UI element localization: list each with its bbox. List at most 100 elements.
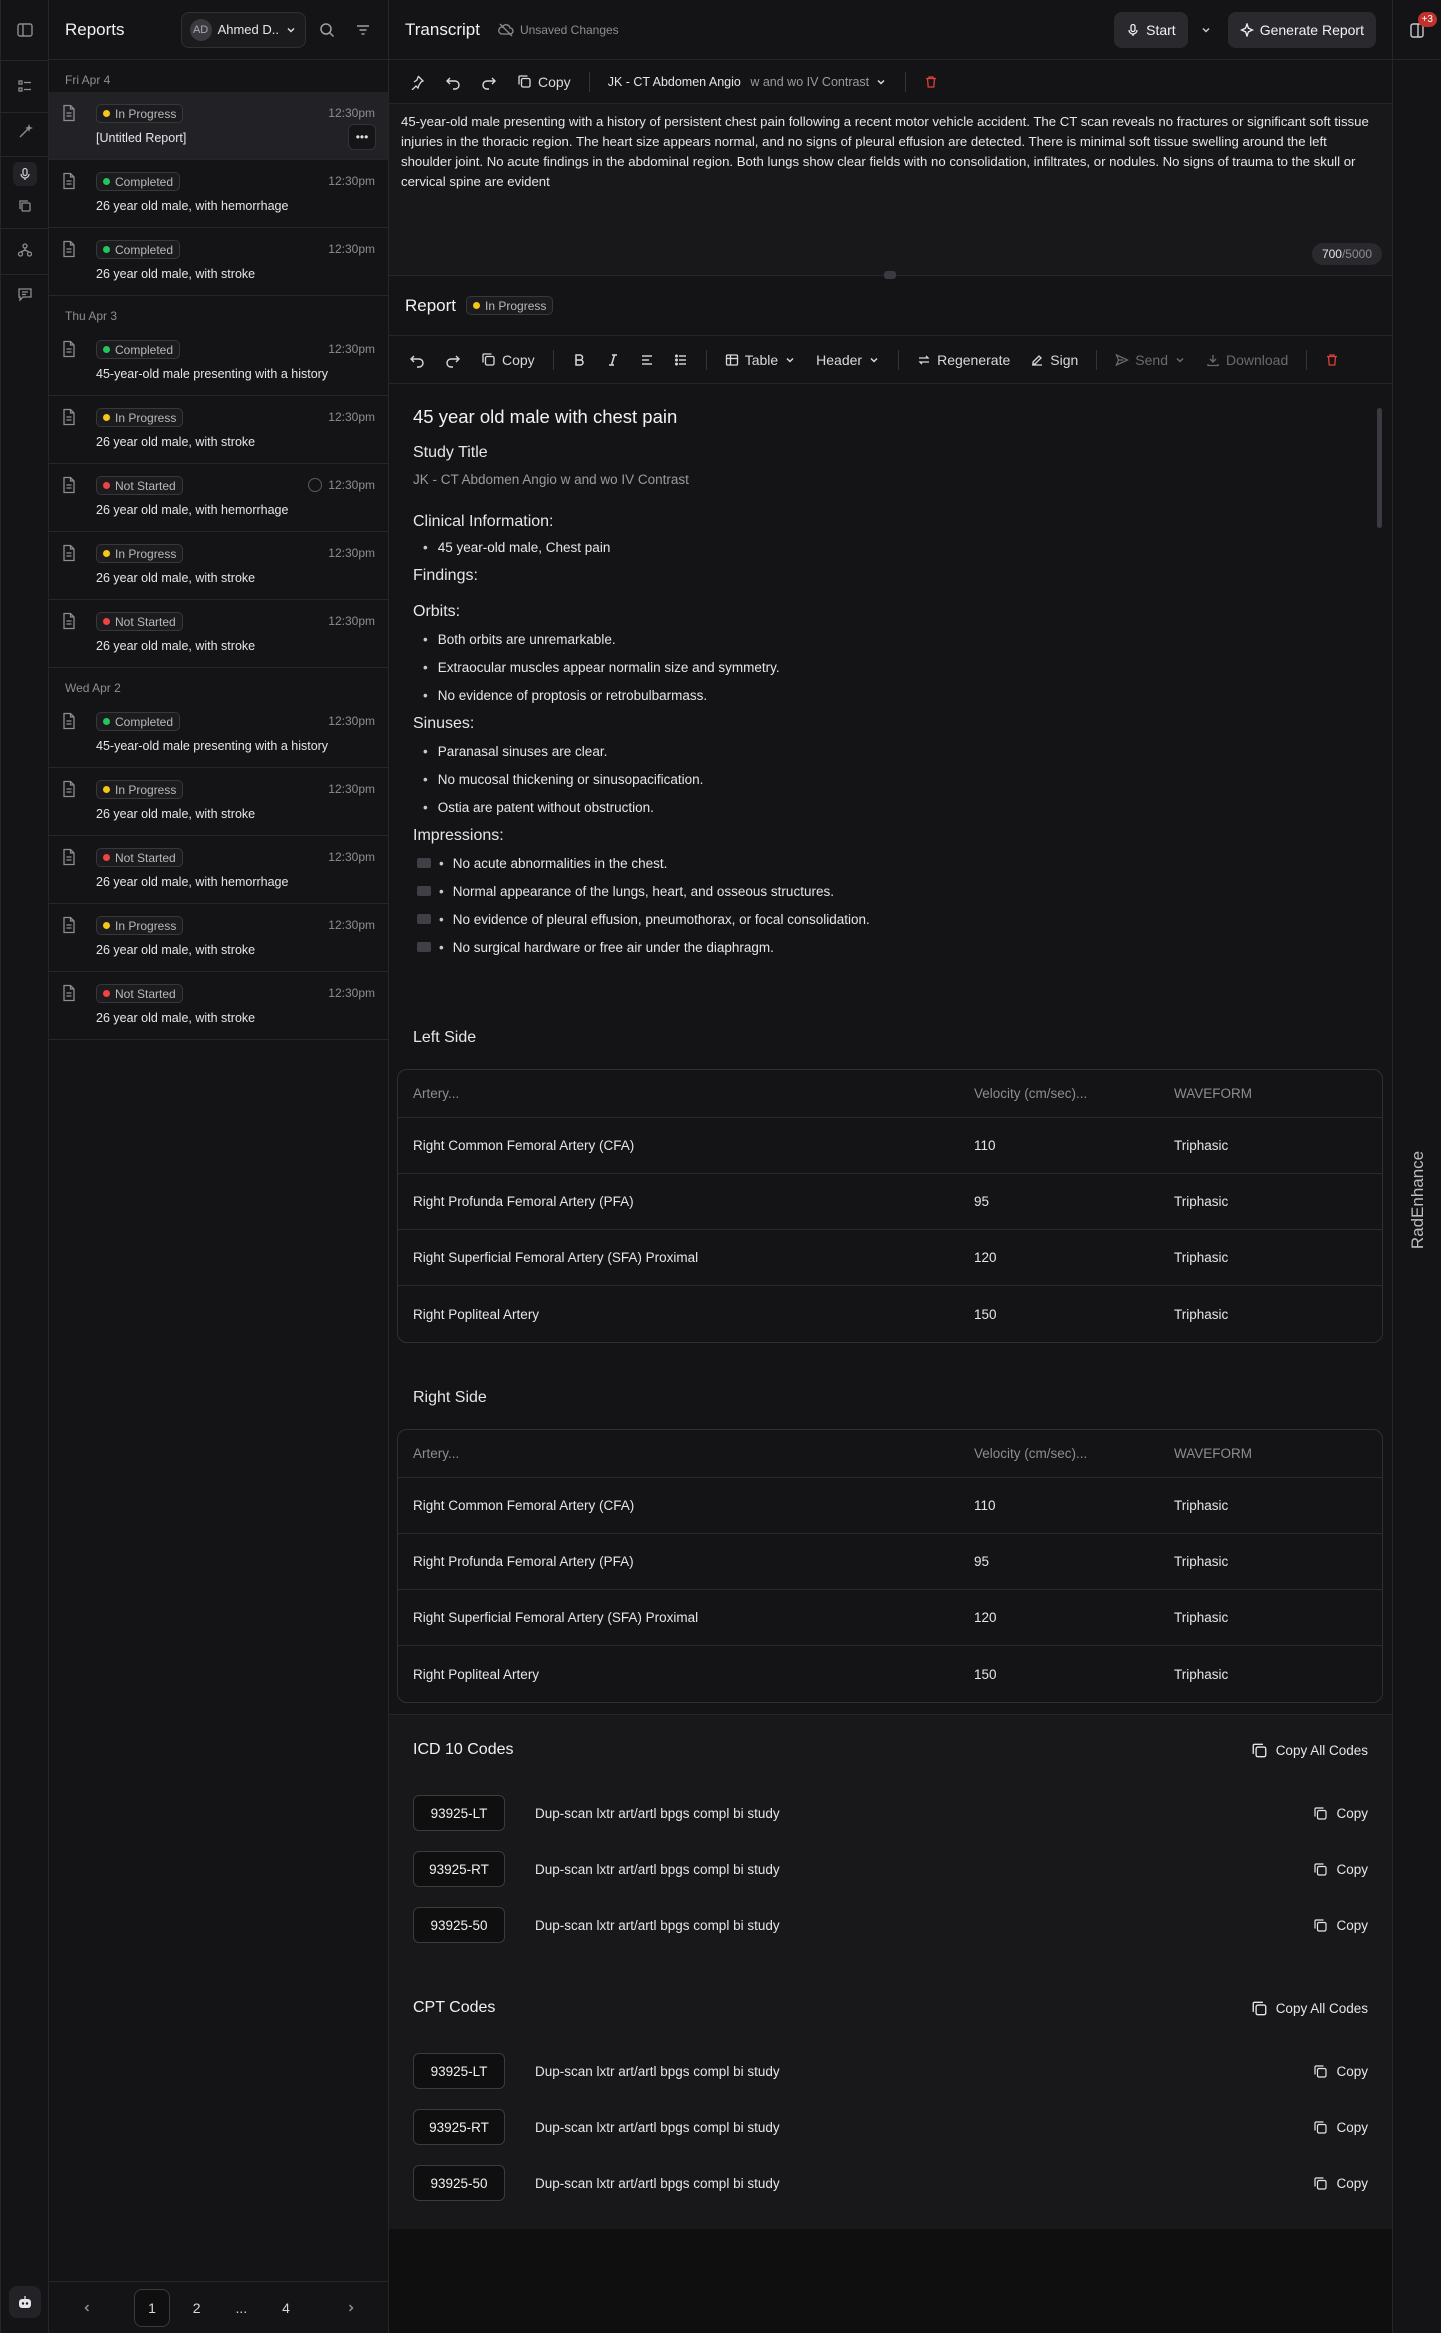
delete-report-button[interactable] [1317,345,1347,375]
radenhance-tab[interactable]: RadEnhance [1407,1140,1429,1260]
start-button[interactable]: Start [1114,11,1188,48]
column-header[interactable]: WAVEFORM [1174,1086,1252,1101]
generate-report-button[interactable]: Generate Report [1227,11,1376,48]
report-list-item[interactable]: Completed 12:30pm 45-year-old male present… [49,700,388,768]
list-icon[interactable] [13,74,37,98]
report-list-item[interactable]: Completed 12:30pm 26 year old male, with h… [49,160,388,228]
transcript-editor[interactable]: 45-year-old male presenting with a histo… [389,104,1392,279]
magic-wand-icon[interactable] [13,120,37,144]
code-chip[interactable]: 93925-RT [413,1851,505,1887]
table-row[interactable]: Right Popliteal Artery 150 Triphasic [398,1286,1382,1342]
drag-handle-icon[interactable] [417,914,431,924]
list-item[interactable]: • No acute abnormalities in the chest. [413,849,1363,877]
report-redo-button[interactable] [437,345,469,375]
sinuses-list: Paranasal sinuses are clear. No mucosal … [413,737,1363,821]
send-button[interactable]: Send [1107,345,1194,375]
next-page-button[interactable] [332,2289,369,2327]
table-row[interactable]: Right Profunda Femoral Artery (PFA) 95 Tri… [398,1174,1382,1230]
microphone-icon[interactable] [13,162,37,186]
user-menu[interactable]: AD Ahmed D.. [180,11,306,48]
code-chip[interactable]: 93925-50 [413,2165,505,2201]
icd-copy-all-button[interactable]: Copy All Codes [1251,1742,1368,1759]
column-header[interactable]: Artery... [398,1086,974,1101]
hierarchy-icon[interactable] [13,238,37,262]
report-list-item[interactable]: Completed 12:30pm 26 year old male, with s… [49,228,388,296]
report-list-item[interactable]: Completed 12:30pm 45-year-old male present… [49,328,388,396]
more-options-button[interactable]: ••• [348,124,376,150]
table-row[interactable]: Right Profunda Femoral Artery (PFA) 95 Tri… [398,1534,1382,1590]
copy-icon [518,75,531,88]
sign-button[interactable]: Sign [1022,345,1086,375]
download-button[interactable]: Download [1198,345,1296,375]
code-chip[interactable]: 93925-RT [413,2109,505,2145]
bold-button[interactable] [564,345,594,375]
column-header[interactable]: WAVEFORM [1174,1446,1252,1461]
page-button-2[interactable]: 2 [178,2289,215,2327]
table-row[interactable]: Right Common Femoral Artery (CFA) 110 Trip… [398,1478,1382,1534]
copy-code-button[interactable]: Copy [1313,1918,1368,1933]
notifications-button[interactable]: +3 [1393,0,1441,60]
column-header[interactable]: Velocity (cm/sec)... [974,1446,1174,1461]
start-options-chevron-icon[interactable] [1200,24,1212,36]
cpt-copy-all-button[interactable]: Copy All Codes [1251,2000,1368,2017]
table-row[interactable]: Right Superficial Femoral Artery (SFA) P… [398,1230,1382,1286]
column-header[interactable]: Velocity (cm/sec)... [974,1086,1174,1101]
report-undo-button[interactable] [401,345,433,375]
undo-button[interactable] [437,67,469,97]
copy-code-button[interactable]: Copy [1313,1806,1368,1821]
report-list-item[interactable]: Not Started 12:30pm 26 year old male, with… [49,972,388,1040]
page-ellipsis[interactable]: ... [223,2289,260,2327]
pin-button[interactable] [401,67,433,97]
table-row[interactable]: Right Superficial Femoral Artery (SFA) P… [398,1590,1382,1646]
italic-button[interactable] [598,345,628,375]
delete-transcript-button[interactable] [916,67,946,97]
copy-code-button[interactable]: Copy [1313,1862,1368,1877]
list-item[interactable]: • No evidence of pleural effusion, pneumo… [413,905,1363,933]
impression-text: No evidence of pleural effusion, pneumot… [452,911,870,927]
sidebar-toggle-icon[interactable] [13,18,37,42]
list-item[interactable]: • No surgical hardware or free air under … [413,933,1363,961]
copy-code-button[interactable]: Copy [1313,2176,1368,2191]
page-button-1[interactable]: 1 [133,2288,171,2327]
chat-icon[interactable] [13,282,37,306]
code-chip[interactable]: 93925-LT [413,2053,505,2089]
report-list-item[interactable]: In Progress 12:30pm 26 year old male, with… [49,768,388,836]
copy-transcript-button[interactable]: Copy [509,67,579,97]
drag-handle-icon[interactable] [417,942,431,952]
report-list-item[interactable]: In Progress 12:30pm 26 year old male, with… [49,532,388,600]
prev-page-button[interactable] [69,2289,106,2327]
column-header[interactable]: Artery... [398,1446,974,1461]
report-list-item[interactable]: Not Started 12:30pm 26 year old male, with… [49,836,388,904]
drag-handle-icon[interactable] [417,886,431,896]
report-list-item[interactable]: In Progress 12:30pm 26 year old male, with… [49,904,388,972]
table-row[interactable]: Right Popliteal Artery 150 Triphasic [398,1646,1382,1702]
copy-code-button[interactable]: Copy [1313,2064,1368,2079]
table-row[interactable]: Right Common Femoral Artery (CFA) 110 Trip… [398,1118,1382,1174]
code-chip[interactable]: 93925-LT [413,1795,505,1831]
report-document[interactable]: 45 year old male with chest pain Study T… [389,384,1392,2229]
code-chip[interactable]: 93925-50 [413,1907,505,1943]
drag-handle-icon[interactable] [417,858,431,868]
table-dropdown[interactable]: Table [717,345,804,375]
align-button[interactable] [632,345,662,375]
filter-icon[interactable] [354,21,372,39]
transcript-text[interactable]: 45-year-old male presenting with a histo… [401,112,1380,192]
copy-code-button[interactable]: Copy [1313,2120,1368,2135]
redo-button[interactable] [473,67,505,97]
study-select[interactable]: JK - CT Abdomen Angio w and wo IV Contra… [600,67,895,97]
resize-handle[interactable] [884,271,896,279]
report-list-item[interactable]: Not Started 12:30pm 26 year old male, with… [49,464,388,532]
report-list-item[interactable]: In Progress 12:30pm [Untitled Report] ••• [49,92,388,160]
report-list-item[interactable]: In Progress 12:30pm 26 year old male, with… [49,396,388,464]
list-item[interactable]: • Normal appearance of the lungs, heart, … [413,877,1363,905]
report-copy-button[interactable]: Copy [473,345,543,375]
search-icon[interactable] [318,21,336,39]
list-button[interactable] [666,345,696,375]
scrollbar[interactable] [1377,408,1382,528]
copy-pages-icon[interactable] [13,194,37,218]
regenerate-button[interactable]: Regenerate [909,345,1018,375]
assistant-bot-icon[interactable] [9,2286,41,2318]
header-dropdown[interactable]: Header [808,345,888,375]
report-list-item[interactable]: Not Started 12:30pm 26 year old male, with… [49,600,388,668]
page-button-4[interactable]: 4 [268,2289,305,2327]
